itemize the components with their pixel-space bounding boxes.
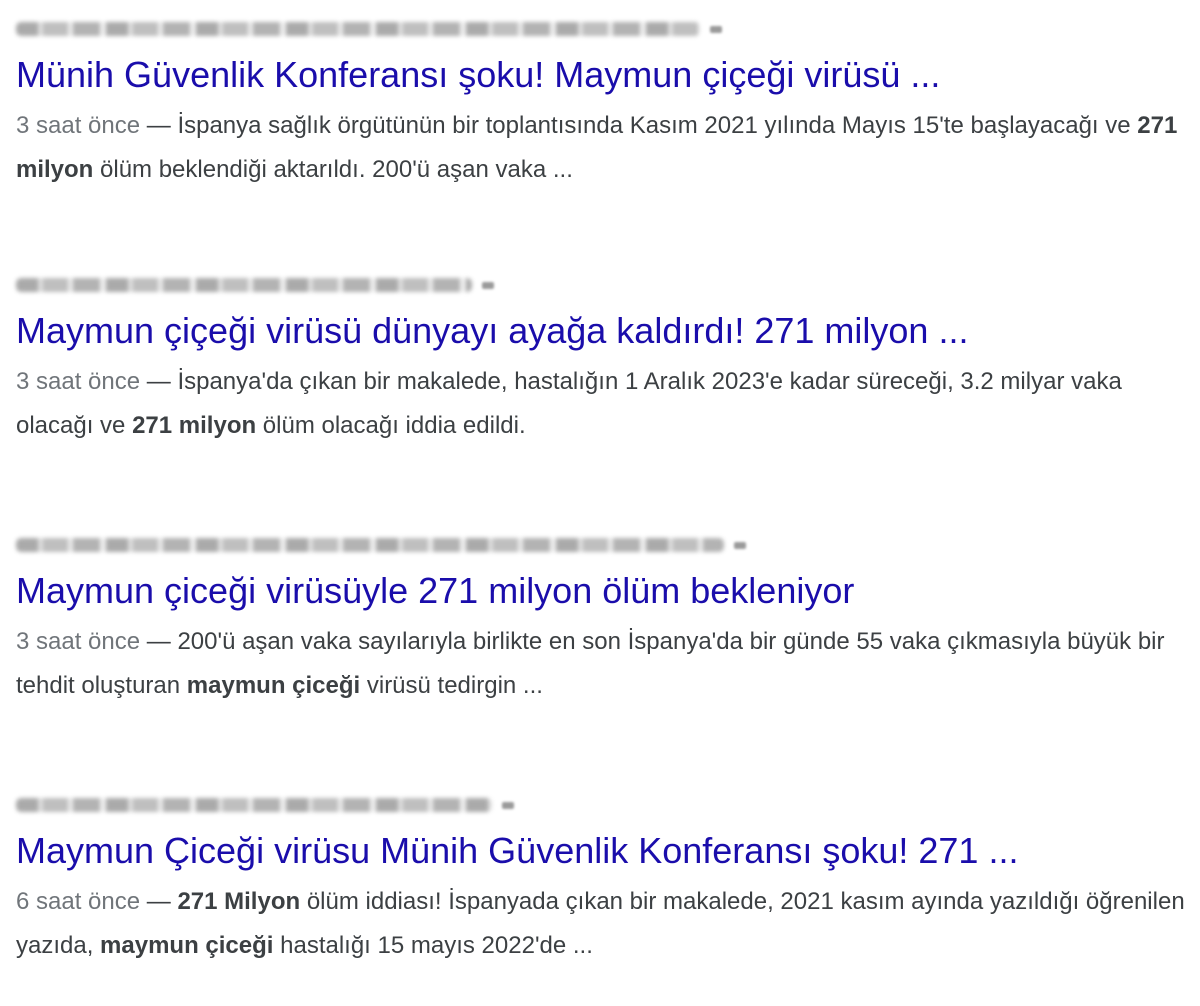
snippet-highlight: maymun çiceği: [100, 932, 274, 959]
blurred-url-text: [16, 798, 492, 812]
result-date: 6 saat önce: [16, 888, 141, 915]
result-title-link[interactable]: Maymun çiçeği virüsü dünyayı ayağa kaldı…: [16, 306, 1186, 356]
result-date: 3 saat önce: [16, 112, 141, 139]
search-result: Maymun çiceği virüsüyle 271 milyon ölüm …: [16, 528, 1186, 708]
search-result: Maymun Çiceği virüsu Münih Güvenlik Konf…: [16, 788, 1186, 968]
snippet-highlight: 271 milyon: [132, 412, 257, 439]
result-dash: —: [140, 628, 178, 655]
result-dash: —: [140, 888, 178, 915]
snippet-text: virüsü tedirgin ...: [360, 672, 543, 699]
blurred-url-text: [16, 22, 700, 36]
blurred-url-text: [16, 278, 472, 292]
result-snippet: 6 saat önce — 271 Milyon ölüm iddiası! İ…: [16, 880, 1186, 968]
result-snippet: 3 saat önce — 200'ü aşan vaka sayılarıyl…: [16, 620, 1186, 708]
search-results: Münih Güvenlik Konferansı şoku! Maymun ç…: [0, 0, 1200, 1006]
result-snippet: 3 saat önce — İspanya sağlık örgütünün b…: [16, 104, 1186, 192]
snippet-text: ölüm beklendiği aktarıldı. 200'ü aşan va…: [93, 156, 573, 183]
result-url-blurred[interactable]: [16, 528, 1186, 564]
result-title-link[interactable]: Münih Güvenlik Konferansı şoku! Maymun ç…: [16, 50, 1186, 100]
result-url-blurred[interactable]: [16, 268, 1186, 304]
search-result: Münih Güvenlik Konferansı şoku! Maymun ç…: [16, 12, 1186, 192]
result-url-blurred[interactable]: [16, 12, 1186, 48]
menu-dots-icon[interactable]: [482, 282, 494, 289]
blurred-url-text: [16, 538, 724, 552]
menu-dots-icon[interactable]: [734, 542, 746, 549]
snippet-highlight: maymun çiceği: [186, 672, 361, 699]
result-snippet: 3 saat önce — İspanya'da çıkan bir makal…: [16, 360, 1186, 448]
result-title-link[interactable]: Maymun Çiceği virüsu Münih Güvenlik Konf…: [16, 826, 1186, 876]
result-dash: —: [140, 112, 178, 139]
snippet-text: hastalığı 15 mayıs 2022'de ...: [273, 932, 593, 959]
snippet-text: ölüm olacağı iddia edildi.: [256, 412, 526, 439]
snippet-text: İspanya sağlık örgütünün bir toplantısın…: [177, 112, 1138, 139]
result-dash: —: [140, 368, 178, 395]
result-date: 3 saat önce: [16, 628, 141, 655]
menu-dots-icon[interactable]: [502, 802, 514, 809]
result-date: 3 saat önce: [16, 368, 141, 395]
search-result: Maymun çiçeği virüsü dünyayı ayağa kaldı…: [16, 268, 1186, 448]
snippet-highlight: 271 Milyon: [177, 888, 301, 915]
menu-dots-icon[interactable]: [710, 26, 722, 33]
result-title-link[interactable]: Maymun çiceği virüsüyle 271 milyon ölüm …: [16, 566, 1186, 616]
result-url-blurred[interactable]: [16, 788, 1186, 824]
